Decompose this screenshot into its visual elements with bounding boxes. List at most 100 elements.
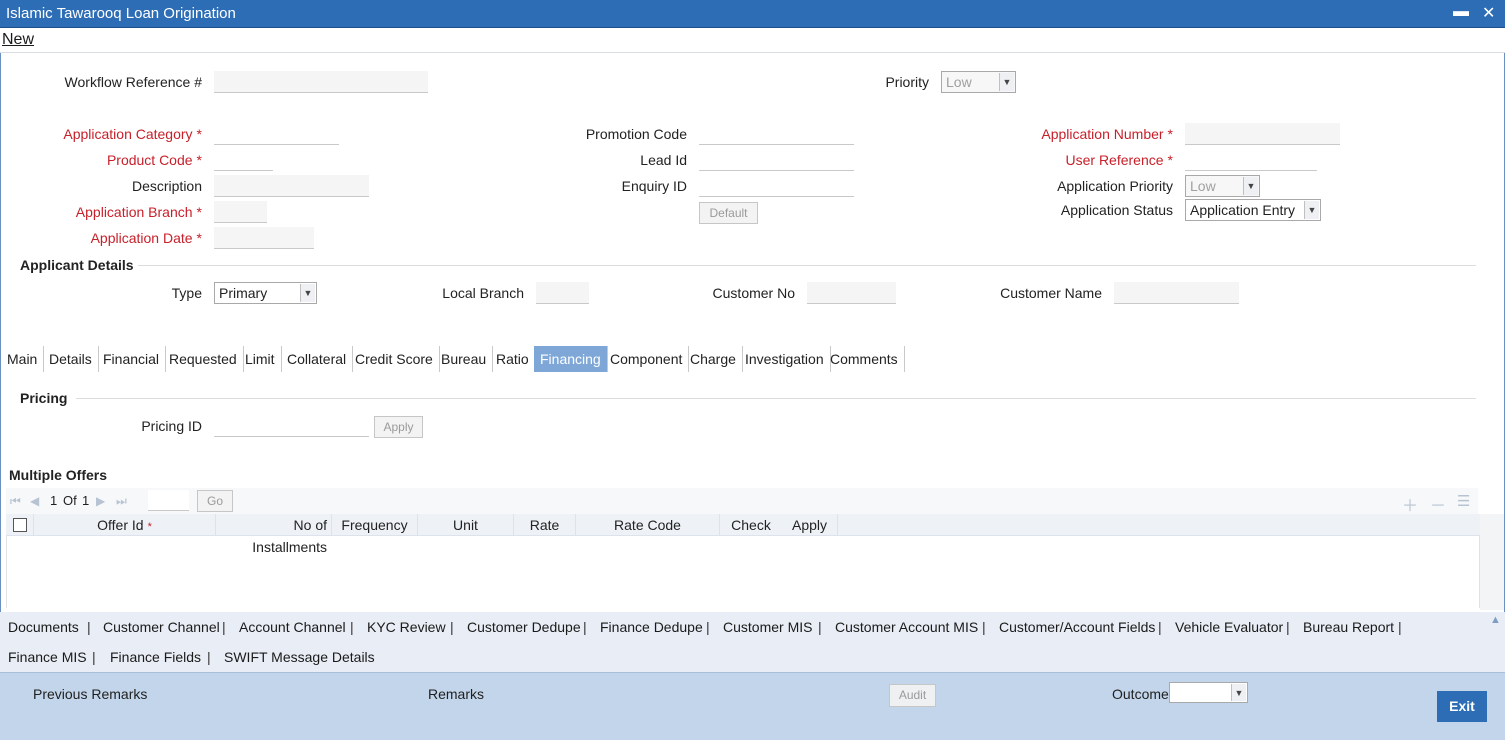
tab-main[interactable]: Main — [1, 346, 45, 372]
outcome-select[interactable]: ▼ — [1169, 682, 1248, 703]
user-reference-input[interactable] — [1185, 149, 1317, 171]
grid-body — [6, 536, 1480, 608]
local-branch-label: Local Branch — [442, 285, 524, 301]
page-number-input[interactable] — [148, 490, 189, 511]
audit-button[interactable]: Audit — [889, 684, 936, 707]
remarks-label: Remarks — [428, 686, 485, 702]
chevron-up-icon[interactable]: ▲ — [1490, 614, 1501, 626]
application-branch-input[interactable] — [214, 201, 267, 223]
customer-name-input[interactable] — [1114, 282, 1239, 304]
tab-component[interactable]: Component — [604, 346, 690, 372]
product-code-input[interactable] — [214, 149, 273, 171]
remove-row-icon[interactable]: － — [1430, 492, 1446, 516]
tab-details[interactable]: Details — [43, 346, 99, 372]
application-date-input[interactable] — [214, 227, 314, 249]
application-status-select[interactable]: Application Entry ▼ — [1185, 199, 1321, 221]
link-finance-mis[interactable]: Finance MIS — [8, 649, 87, 665]
application-category-input[interactable] — [214, 123, 339, 145]
go-button[interactable]: Go — [197, 490, 233, 512]
close-icon[interactable]: ✕ — [1482, 3, 1495, 23]
local-branch-input[interactable] — [536, 282, 589, 304]
column-rate[interactable]: Rate — [514, 514, 576, 536]
application-category-label: Application Category * — [20, 126, 202, 142]
link-finance-dedupe[interactable]: Finance Dedupe — [600, 619, 703, 635]
link-documents[interactable]: Documents — [8, 619, 79, 635]
previous-page-icon[interactable]: ◀ — [30, 494, 39, 508]
select-all-checkbox[interactable] — [12, 518, 27, 532]
column-unit[interactable]: Unit — [418, 514, 514, 536]
link-account-channel[interactable]: Account Channel — [239, 619, 346, 635]
separator: | — [92, 649, 96, 665]
priority-select[interactable]: Low ▼ — [941, 71, 1016, 93]
chevron-down-icon: ▼ — [1231, 684, 1246, 701]
divider — [138, 265, 1476, 266]
application-priority-select[interactable]: Low ▼ — [1185, 175, 1260, 197]
promotion-code-input[interactable] — [699, 123, 854, 145]
add-row-icon[interactable]: ＋ — [1402, 492, 1418, 516]
pricing-id-input[interactable] — [214, 415, 369, 437]
tab-limit[interactable]: Limit — [239, 346, 282, 372]
link-customer-mis[interactable]: Customer MIS — [723, 619, 812, 635]
column-offer-id[interactable]: Offer Id * — [34, 514, 216, 536]
apply-button[interactable]: Apply — [374, 416, 423, 438]
link-customer-account-fields[interactable]: Customer/Account Fields — [999, 619, 1155, 635]
customer-no-input[interactable] — [807, 282, 896, 304]
link-vehicle-evaluator[interactable]: Vehicle Evaluator — [1175, 619, 1283, 635]
application-priority-value: Low — [1190, 178, 1216, 194]
workflow-reference-input[interactable] — [214, 71, 428, 93]
tab-ratio[interactable]: Ratio — [490, 346, 536, 372]
tab-credit-score[interactable]: Credit Score — [349, 346, 440, 372]
exit-button[interactable]: Exit — [1437, 691, 1487, 722]
required-mark: * — [196, 204, 202, 220]
tab-investigation[interactable]: Investigation — [739, 346, 831, 372]
next-page-icon[interactable]: ▶ — [96, 494, 105, 508]
application-category-text: Application Category — [63, 126, 193, 142]
user-reference-text: User Reference — [1065, 152, 1164, 168]
last-page-icon[interactable]: ⏭ — [116, 494, 127, 509]
column-frequency[interactable]: Frequency — [332, 514, 418, 536]
tab-comments[interactable]: Comments — [824, 346, 905, 372]
tab-charge[interactable]: Charge — [684, 346, 743, 372]
link-customer-dedupe[interactable]: Customer Dedupe — [467, 619, 581, 635]
first-page-icon[interactable]: ⏮ — [10, 494, 21, 509]
footer-bar: Previous Remarks Remarks Audit Outcome ▼… — [0, 672, 1505, 740]
enquiry-id-input[interactable] — [699, 175, 854, 197]
column-no-of-installments[interactable]: No of Installments — [216, 514, 332, 555]
minimize-icon[interactable]: ▬ — [1453, 3, 1469, 21]
application-number-input[interactable] — [1185, 123, 1340, 145]
outcome-label: Outcome — [1112, 686, 1169, 702]
view-list-icon[interactable]: ☰ — [1457, 492, 1470, 510]
tab-financing[interactable]: Financing — [534, 346, 608, 372]
link-customer-account-mis[interactable]: Customer Account MIS — [835, 619, 978, 635]
column-rate-code[interactable]: Rate Code — [576, 514, 720, 536]
subsystem-links-row1: Documents | Customer Channel | Account C… — [0, 612, 1505, 642]
application-branch-label: Application Branch * — [20, 204, 202, 220]
column-apply[interactable]: Apply — [782, 514, 838, 536]
grid-scrollbar[interactable] — [1480, 514, 1504, 610]
default-button[interactable]: Default — [699, 202, 758, 224]
applicant-details-title: Applicant Details — [20, 257, 134, 273]
link-swift-message-details[interactable]: SWIFT Message Details — [224, 649, 375, 665]
tab-collateral[interactable]: Collateral — [281, 346, 354, 372]
chevron-down-icon: ▼ — [1304, 201, 1319, 219]
multiple-offers-title: Multiple Offers — [9, 467, 108, 483]
link-kyc-review[interactable]: KYC Review — [367, 619, 446, 635]
link-customer-channel[interactable]: Customer Channel — [103, 619, 220, 635]
tab-financial[interactable]: Financial — [97, 346, 167, 372]
type-select[interactable]: Primary ▼ — [214, 282, 317, 304]
link-bureau-report[interactable]: Bureau Report — [1303, 619, 1394, 635]
lead-id-input[interactable] — [699, 149, 854, 171]
new-link[interactable]: New — [2, 31, 34, 49]
window-title: Islamic Tawarooq Loan Origination — [6, 5, 236, 22]
description-label: Description — [131, 178, 202, 194]
page-current: 1 — [50, 493, 58, 508]
tab-requested[interactable]: Requested — [163, 346, 244, 372]
application-number-label: Application Number * — [990, 126, 1173, 142]
tab-bureau[interactable]: Bureau — [435, 346, 494, 372]
description-input[interactable] — [214, 175, 369, 197]
link-finance-fields[interactable]: Finance Fields — [110, 649, 201, 665]
page-total: 1 — [82, 493, 90, 508]
application-status-value: Application Entry — [1190, 202, 1296, 218]
separator: | — [207, 649, 211, 665]
column-check[interactable]: Check — [720, 514, 782, 536]
